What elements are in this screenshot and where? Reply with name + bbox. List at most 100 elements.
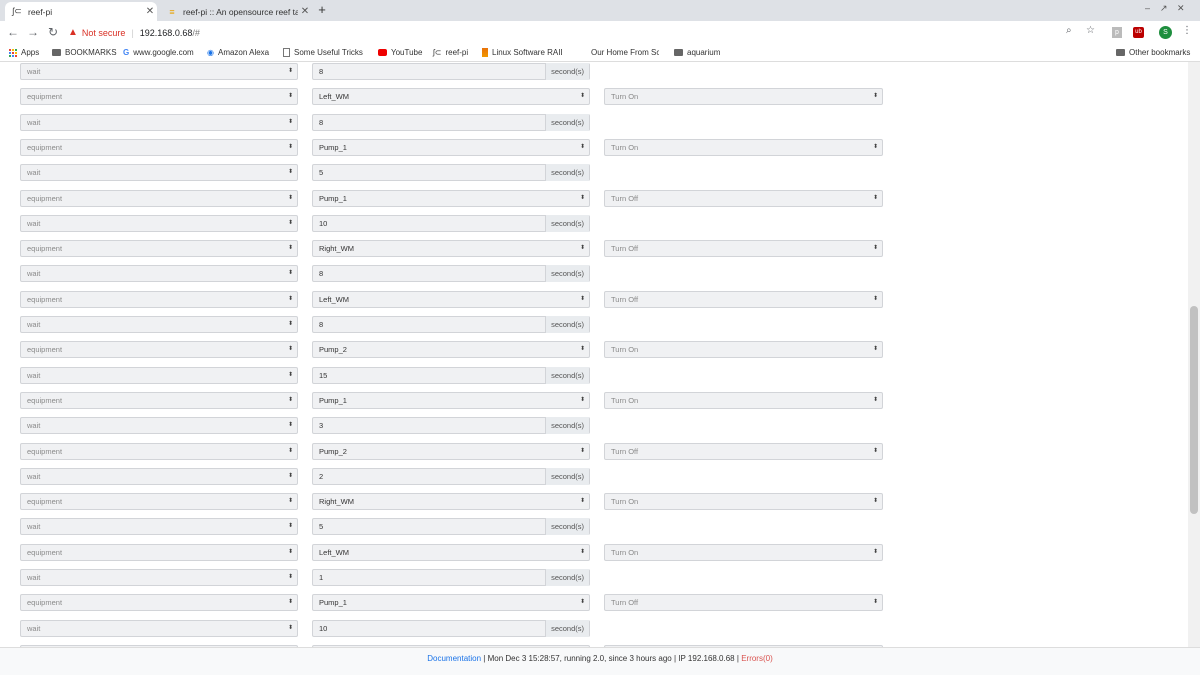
- action-select[interactable]: Turn On ⬍: [604, 138, 883, 156]
- step-type-select[interactable]: equipment ⬍: [20, 594, 298, 612]
- bookmark-linux-raid[interactable]: Linux Software RAID: [482, 48, 562, 57]
- address-bar[interactable]: ▲ Not secure | 192.168.0.68/#: [68, 23, 1068, 42]
- bookmark-alexa[interactable]: ◉ Amazon Alexa: [207, 48, 269, 57]
- bookmark-youtube[interactable]: YouTube: [378, 48, 422, 57]
- action-select[interactable]: Turn On ⬍: [604, 88, 883, 106]
- wait-duration-input[interactable]: 8 second(s): [312, 63, 590, 80]
- step-type-select[interactable]: wait ⬍: [20, 366, 298, 384]
- action-select[interactable]: Turn On ⬍: [604, 391, 883, 409]
- equipment-select[interactable]: Pump_2 ⬍: [312, 341, 590, 359]
- equipment-select[interactable]: Left_WM ⬍: [312, 290, 590, 308]
- new-tab-icon[interactable]: +: [315, 2, 329, 17]
- step-type-select[interactable]: equipment ⬍: [20, 189, 298, 207]
- tab-reef-pi[interactable]: ʃ⊂ reef-pi ✕: [5, 2, 157, 21]
- wait-duration-input[interactable]: 1 second(s): [312, 569, 590, 586]
- bookmark-our-home[interactable]: Our Home From Scr: [591, 48, 659, 57]
- equipment-select[interactable]: Left_WM ⬍: [312, 88, 590, 106]
- close-tab-icon[interactable]: ✕: [143, 6, 157, 17]
- step-type-value: wait: [27, 218, 41, 228]
- action-select[interactable]: Turn Off ⬍: [604, 594, 883, 612]
- wait-duration-input[interactable]: 2 second(s): [312, 467, 590, 485]
- back-icon[interactable]: ←: [6, 25, 20, 39]
- step-type-select[interactable]: equipment ⬍: [20, 240, 298, 258]
- step-type-select[interactable]: wait ⬍: [20, 63, 298, 80]
- equipment-select[interactable]: Pump_2 ⬍: [312, 442, 590, 460]
- action-select[interactable]: Turn On ⬍: [604, 543, 883, 561]
- warning-icon: ▲: [68, 27, 78, 38]
- menu-icon[interactable]: ⋮: [1182, 25, 1192, 36]
- step-type-select[interactable]: wait ⬍: [20, 518, 298, 536]
- bookmark-bookmarks-folder[interactable]: BOOKMARKS: [52, 48, 117, 57]
- bookmark-label: Our Home From Scr: [591, 48, 659, 57]
- bookmark-google[interactable]: G www.google.com: [123, 48, 194, 57]
- not-secure-label[interactable]: Not secure: [82, 28, 126, 38]
- step-type-value: equipment: [27, 395, 63, 405]
- equipment-select[interactable]: Pump_1 ⬍: [312, 391, 590, 409]
- wait-duration-input[interactable]: 5 second(s): [312, 518, 590, 536]
- step-type-select[interactable]: wait ⬍: [20, 265, 298, 283]
- bookmark-apps[interactable]: Apps: [9, 48, 39, 57]
- close-tab-icon[interactable]: ✕: [298, 6, 312, 17]
- equipment-select[interactable]: Right_WM ⬍: [312, 493, 590, 511]
- action-select[interactable]: Turn Off ⬍: [604, 189, 883, 207]
- wait-duration-input[interactable]: 5 second(s): [312, 164, 590, 182]
- select-arrows-icon: ⬍: [872, 447, 878, 454]
- tab-reef-pi-docs[interactable]: ≡ reef-pi :: An opensource reef ta ✕: [160, 2, 312, 21]
- step-type-select[interactable]: wait ⬍: [20, 316, 298, 333]
- step-type-select[interactable]: wait ⬍: [20, 569, 298, 586]
- action-select[interactable]: Turn On ⬍: [604, 493, 883, 511]
- wait-duration-value: 8: [319, 269, 324, 279]
- step-type-select[interactable]: wait ⬍: [20, 214, 298, 232]
- step-type-select[interactable]: wait ⬍: [20, 467, 298, 485]
- equipment-select[interactable]: Pump_1 ⬍: [312, 189, 590, 207]
- step-type-select[interactable]: equipment ⬍: [20, 341, 298, 359]
- page-scrollbar[interactable]: [1188, 62, 1200, 647]
- minimize-icon[interactable]: –: [1145, 3, 1150, 13]
- bookmark-aquarium-folder[interactable]: aquarium: [674, 48, 720, 57]
- wait-duration-input[interactable]: 15 second(s): [312, 366, 590, 384]
- wait-duration-input[interactable]: 10 second(s): [312, 214, 590, 232]
- step-type-select[interactable]: equipment ⬍: [20, 290, 298, 308]
- step-type-select[interactable]: wait ⬍: [20, 164, 298, 182]
- step-type-select[interactable]: equipment ⬍: [20, 88, 298, 106]
- step-type-select[interactable]: wait ⬍: [20, 417, 298, 435]
- equipment-select[interactable]: Pump_1 ⬍: [312, 138, 590, 156]
- maximize-icon[interactable]: ↗: [1160, 3, 1168, 14]
- bookmark-other-folder[interactable]: Other bookmarks: [1116, 48, 1190, 57]
- step-type-select[interactable]: equipment ⬍: [20, 442, 298, 460]
- equipment-select[interactable]: Pump_1 ⬍: [312, 594, 590, 612]
- wait-duration-input[interactable]: 10 second(s): [312, 619, 590, 637]
- equipment-select[interactable]: Left_WM ⬍: [312, 543, 590, 561]
- extension-p-icon[interactable]: p: [1112, 27, 1122, 38]
- zoom-icon[interactable]: ⌕: [1066, 25, 1072, 36]
- action-select[interactable]: Turn On ⬍: [604, 341, 883, 359]
- step-type-select[interactable]: wait ⬍: [20, 619, 298, 637]
- wait-duration-input[interactable]: 8 second(s): [312, 265, 590, 283]
- avatar[interactable]: S: [1159, 26, 1172, 39]
- wait-duration-input[interactable]: 8 second(s): [312, 316, 590, 333]
- bookmark-reef-pi[interactable]: ʃ⊂ reef-pi: [433, 48, 468, 57]
- scrollbar-thumb[interactable]: [1190, 306, 1198, 514]
- url-text[interactable]: 192.168.0.68/#: [140, 28, 200, 38]
- bookmark-useful-tricks[interactable]: Some Useful Tricks: [283, 48, 363, 57]
- bookmark-star-icon[interactable]: ☆: [1086, 25, 1095, 36]
- step-type-select[interactable]: equipment ⬍: [20, 138, 298, 156]
- step-row: wait ⬍ 8 second(s): [0, 265, 1188, 283]
- wait-duration-input[interactable]: 3 second(s): [312, 417, 590, 435]
- step-type-select[interactable]: equipment ⬍: [20, 391, 298, 409]
- errors-link[interactable]: Errors(0): [741, 654, 773, 663]
- action-select[interactable]: Turn Off ⬍: [604, 290, 883, 308]
- ublock-icon[interactable]: ub: [1133, 27, 1144, 38]
- step-type-select[interactable]: wait ⬍: [20, 113, 298, 131]
- action-select[interactable]: Turn Off ⬍: [604, 240, 883, 258]
- step-type-select[interactable]: equipment ⬍: [20, 493, 298, 511]
- footer-divider: |: [673, 654, 677, 663]
- action-select[interactable]: Turn Off ⬍: [604, 442, 883, 460]
- reload-icon[interactable]: ↻: [46, 25, 60, 39]
- forward-icon[interactable]: →: [26, 25, 40, 39]
- wait-duration-input[interactable]: 8 second(s): [312, 113, 590, 131]
- window-close-icon[interactable]: ✕: [1177, 3, 1185, 14]
- step-type-select[interactable]: equipment ⬍: [20, 543, 298, 561]
- documentation-link[interactable]: Documentation: [427, 654, 481, 663]
- equipment-select[interactable]: Right_WM ⬍: [312, 240, 590, 258]
